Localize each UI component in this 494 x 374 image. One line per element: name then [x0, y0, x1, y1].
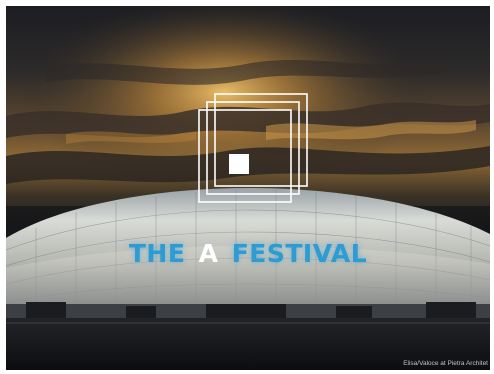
festival-poster: THE A FESTIVAL Elisa/Valoce at Pietra Ar…: [6, 6, 490, 370]
title-word-festival: FESTIVAL: [231, 239, 368, 268]
festival-title: THE A FESTIVAL: [6, 239, 490, 268]
title-word-the: THE: [128, 239, 186, 268]
stadium-photo: [6, 6, 490, 370]
photo-credit: Elisa/Valoce at Pietra Architet: [403, 360, 488, 367]
title-word-a: A: [198, 239, 219, 268]
